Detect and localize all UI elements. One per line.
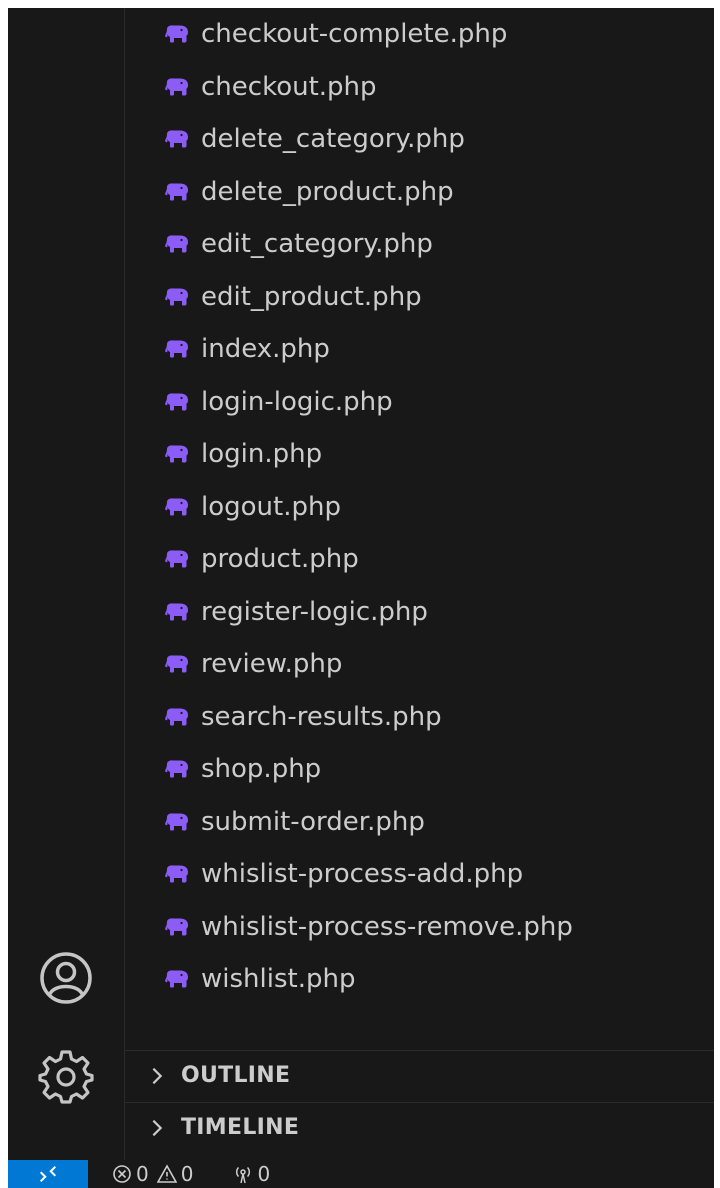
file-item[interactable]: register-logic.php: [125, 586, 714, 639]
file-name: edit_category.php: [201, 229, 433, 260]
file-item[interactable]: review.php: [125, 638, 714, 691]
timeline-section-header[interactable]: TIMELINE: [125, 1102, 714, 1152]
php-elephant-icon: [163, 968, 191, 990]
php-elephant-icon: [163, 286, 191, 308]
file-item[interactable]: wishlist.php: [125, 953, 714, 1006]
file-name: shop.php: [201, 754, 322, 785]
file-item[interactable]: whislist-process-remove.php: [125, 901, 714, 954]
file-name: submit-order.php: [201, 806, 425, 837]
php-elephant-icon: [163, 653, 191, 675]
php-elephant-icon: [163, 811, 191, 833]
file-name: logout.php: [201, 491, 341, 522]
file-item[interactable]: submit-order.php: [125, 796, 714, 849]
activity-bar: [8, 8, 125, 1160]
ports-indicator[interactable]: 0: [233, 1162, 278, 1186]
file-item[interactable]: checkout.php: [125, 61, 714, 114]
file-item[interactable]: edit_category.php: [125, 218, 714, 271]
file-name: search-results.php: [201, 701, 442, 732]
php-elephant-icon: [163, 706, 191, 728]
php-elephant-icon: [163, 391, 191, 413]
file-item[interactable]: login.php: [125, 428, 714, 481]
file-item[interactable]: product.php: [125, 533, 714, 586]
warning-icon: [156, 1164, 177, 1183]
file-name: index.php: [201, 334, 330, 365]
php-elephant-icon: [163, 496, 191, 518]
remote-indicator[interactable]: [8, 1160, 88, 1188]
file-tree: checkout-complete.php checkout.php delet…: [125, 8, 714, 1006]
file-name: wishlist.php: [201, 964, 356, 995]
php-elephant-icon: [163, 443, 191, 465]
file-name: whislist-process-add.php: [201, 859, 524, 890]
file-name: whislist-process-remove.php: [201, 911, 573, 942]
file-item[interactable]: login-logic.php: [125, 376, 714, 429]
php-elephant-icon: [163, 548, 191, 570]
file-name: product.php: [201, 544, 359, 575]
file-item[interactable]: delete_category.php: [125, 113, 714, 166]
file-item[interactable]: search-results.php: [125, 691, 714, 744]
vscode-window: checkout-complete.php checkout.php delet…: [8, 8, 714, 1188]
file-item[interactable]: delete_product.php: [125, 166, 714, 219]
warning-count: 0: [180, 1162, 194, 1186]
file-name: register-logic.php: [201, 596, 428, 627]
php-elephant-icon: [163, 128, 191, 150]
file-item[interactable]: edit_product.php: [125, 271, 714, 324]
error-count: 0: [136, 1162, 149, 1186]
file-item[interactable]: index.php: [125, 323, 714, 376]
php-elephant-icon: [163, 233, 191, 255]
php-elephant-icon: [163, 601, 191, 623]
chevron-right-icon: [145, 1064, 169, 1088]
outline-label: OUTLINE: [181, 1063, 291, 1088]
file-name: edit_product.php: [201, 281, 422, 312]
php-elephant-icon: [163, 23, 191, 45]
file-item[interactable]: shop.php: [125, 743, 714, 796]
outline-section-header[interactable]: OUTLINE: [125, 1050, 714, 1100]
broadcast-icon: [236, 1166, 251, 1184]
php-elephant-icon: [163, 338, 191, 360]
php-elephant-icon: [163, 863, 191, 885]
file-item[interactable]: logout.php: [125, 481, 714, 534]
file-name: login-logic.php: [201, 386, 393, 417]
error-icon: [113, 1165, 131, 1183]
file-name: review.php: [201, 649, 343, 680]
timeline-label: TIMELINE: [181, 1115, 300, 1140]
file-name: delete_product.php: [201, 176, 454, 207]
php-elephant-icon: [163, 181, 191, 203]
problems-indicator[interactable]: 0 0: [112, 1162, 201, 1186]
file-item[interactable]: whislist-process-add.php: [125, 848, 714, 901]
ports-count: 0: [257, 1162, 271, 1186]
file-name: checkout.php: [201, 71, 377, 102]
php-elephant-icon: [163, 758, 191, 780]
file-name: delete_category.php: [201, 124, 465, 155]
remote-icon: [39, 1165, 57, 1183]
gear-icon[interactable]: [36, 1046, 96, 1106]
file-name: checkout-complete.php: [201, 19, 508, 50]
explorer-sidebar: checkout-complete.php checkout.php delet…: [125, 8, 714, 1160]
account-icon[interactable]: [36, 948, 96, 1008]
php-elephant-icon: [163, 76, 191, 98]
chevron-right-icon: [145, 1116, 169, 1140]
file-name: login.php: [201, 439, 323, 470]
file-item[interactable]: checkout-complete.php: [125, 8, 714, 61]
status-bar: 0 0 0: [8, 1160, 714, 1188]
php-elephant-icon: [163, 916, 191, 938]
